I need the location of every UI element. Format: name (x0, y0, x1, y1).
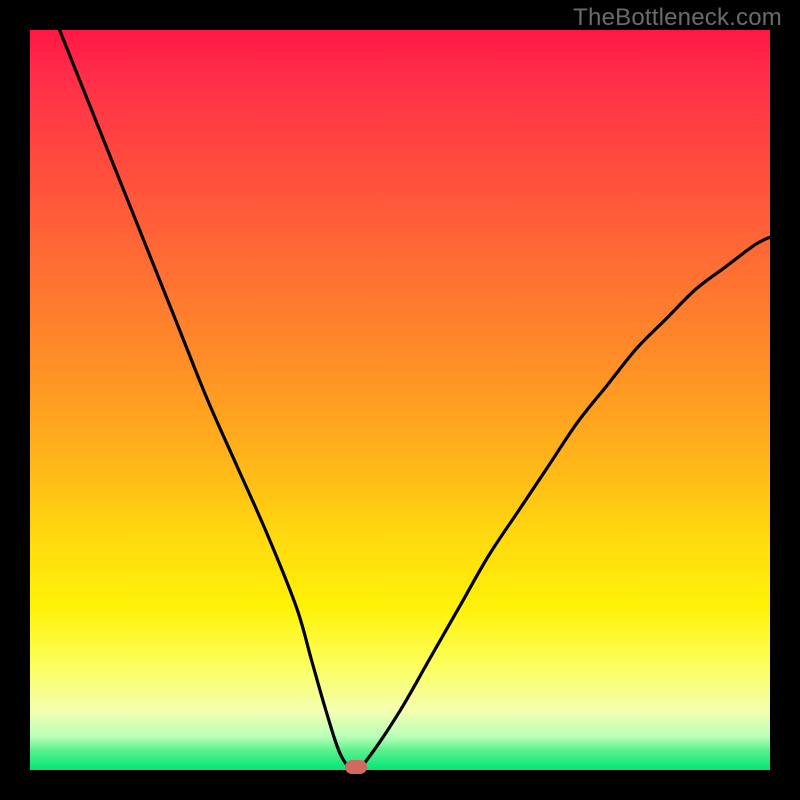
plot-area (30, 30, 770, 770)
curve-layer (30, 30, 770, 770)
bottleneck-curve (60, 30, 770, 770)
watermark-text: TheBottleneck.com (573, 4, 782, 32)
chart-frame: TheBottleneck.com (0, 0, 800, 800)
